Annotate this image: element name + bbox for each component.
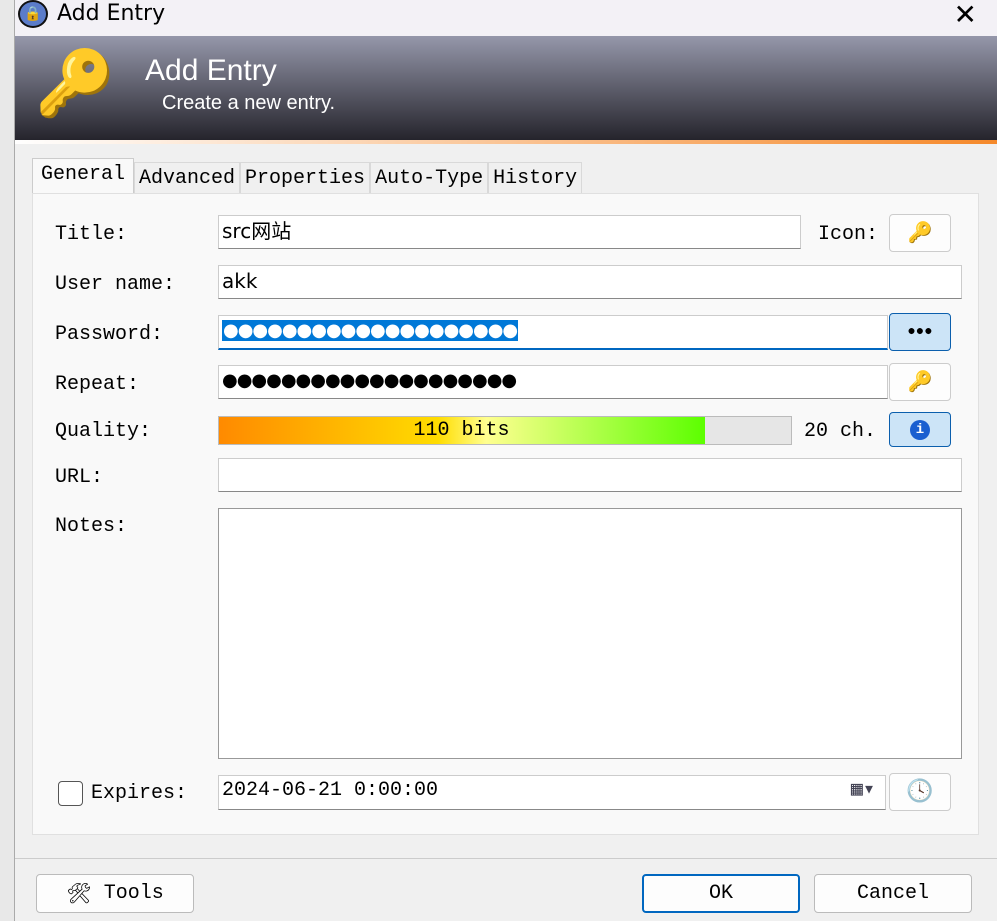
username-label: User name: bbox=[55, 273, 176, 296]
background-window bbox=[0, 0, 15, 921]
notes-label: Notes: bbox=[55, 515, 128, 538]
tab-bar: General Advanced Properties Auto-Type Hi… bbox=[32, 158, 583, 194]
quality-bar: 110 bits bbox=[218, 416, 792, 445]
tab-general[interactable]: General bbox=[32, 158, 135, 194]
title-label: Title: bbox=[55, 223, 128, 246]
expires-label: Expires: bbox=[91, 782, 188, 805]
title-input[interactable]: src网站 bbox=[218, 215, 801, 249]
tools-label: Tools bbox=[103, 882, 164, 905]
add-entry-dialog: 🔒 Add Entry ✕ 🔑 Add Entry Create a new e… bbox=[15, 0, 997, 921]
key-pencil-icon: 🔑 bbox=[35, 53, 115, 125]
expires-date-input[interactable]: 2024-06-21 0:00:00 ▦▾ bbox=[218, 775, 886, 810]
banner-subtitle: Create a new entry. bbox=[162, 92, 336, 114]
general-panel: Title: src网站 Icon: 🔑 User name: akk Pass… bbox=[32, 193, 979, 835]
key-generate-icon: 🔑 bbox=[907, 372, 933, 395]
show-password-button[interactable]: ●●● bbox=[889, 313, 951, 351]
notes-textarea[interactable] bbox=[218, 508, 962, 759]
tab-history[interactable]: History bbox=[488, 162, 583, 194]
header-banner: 🔑 Add Entry Create a new entry. bbox=[15, 36, 997, 144]
icon-label: Icon: bbox=[818, 223, 879, 246]
title-bar: 🔒 Add Entry ✕ bbox=[15, 0, 997, 36]
char-count: 20 ch. bbox=[804, 420, 877, 443]
password-input[interactable]: ●●●●●●●●●●●●●●●●●●●● bbox=[218, 315, 888, 350]
quality-text: 110 bits bbox=[413, 419, 510, 442]
tools-button[interactable]: 🛠 Tools bbox=[36, 874, 194, 913]
url-label: URL: bbox=[55, 466, 104, 489]
generate-password-button[interactable]: 🔑 bbox=[889, 363, 951, 401]
tab-properties[interactable]: Properties bbox=[240, 162, 371, 194]
repeat-label: Repeat: bbox=[55, 373, 140, 396]
url-input[interactable] bbox=[218, 458, 962, 492]
cancel-button[interactable]: Cancel bbox=[814, 874, 972, 913]
quality-label: Quality: bbox=[55, 420, 152, 443]
info-icon: i bbox=[910, 419, 930, 440]
password-label: Password: bbox=[55, 323, 164, 346]
ok-button[interactable]: OK bbox=[642, 874, 800, 913]
repeat-input[interactable]: ●●●●●●●●●●●●●●●●●●●● bbox=[218, 365, 888, 399]
tab-advanced[interactable]: Advanced bbox=[134, 162, 241, 194]
password-value: ●●●●●●●●●●●●●●●●●●●● bbox=[222, 320, 518, 341]
icon-picker-button[interactable]: 🔑 bbox=[889, 214, 951, 252]
quality-info-button[interactable]: i bbox=[889, 412, 951, 447]
tab-auto-type[interactable]: Auto-Type bbox=[370, 162, 489, 194]
calendar-dropdown-icon[interactable]: ▦▾ bbox=[851, 778, 875, 804]
expires-checkbox[interactable] bbox=[58, 781, 83, 806]
username-input[interactable]: akk bbox=[218, 265, 962, 299]
clock-icon: 🕓 bbox=[906, 780, 934, 805]
keepass-lock-icon: 🔒 bbox=[18, 0, 48, 28]
tools-icon: 🛠 bbox=[66, 883, 104, 907]
expiry-presets-button[interactable]: 🕓 bbox=[889, 773, 951, 811]
key-icon: 🔑 bbox=[907, 223, 933, 246]
window-title: Add Entry bbox=[57, 1, 166, 26]
banner-title: Add Entry bbox=[145, 54, 277, 87]
dialog-footer: 🛠 Tools OK Cancel bbox=[15, 858, 997, 921]
expires-value: 2024-06-21 0:00:00 bbox=[222, 779, 439, 802]
close-button[interactable]: ✕ bbox=[954, 0, 977, 31]
